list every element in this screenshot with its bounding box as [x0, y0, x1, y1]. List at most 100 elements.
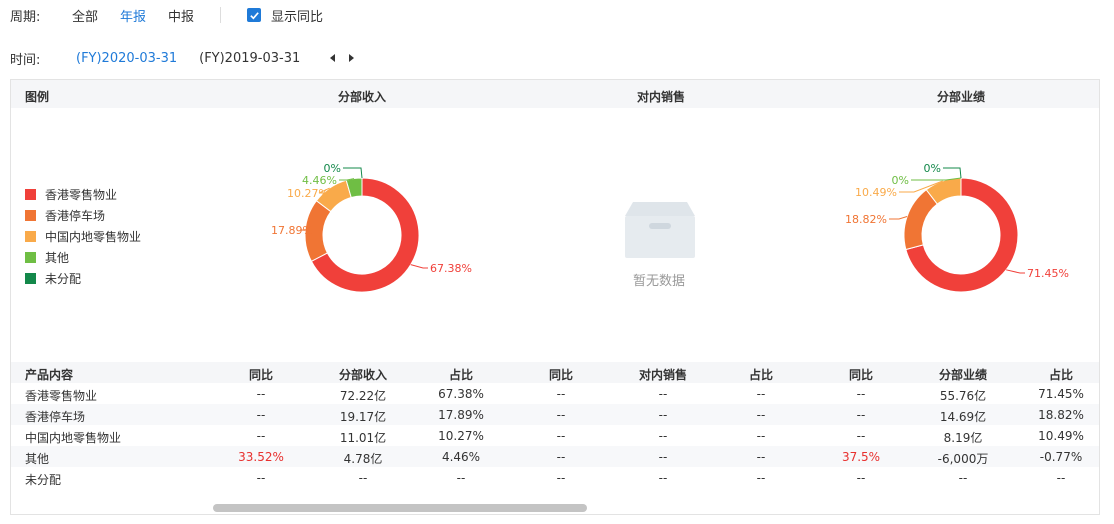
- leader-line: [1006, 269, 1025, 274]
- data-label: 10.27%: [287, 187, 329, 200]
- table-row: 香港停车场 -- 19.17亿 17.89% -- -- -- -- 14.69亿 18.82%: [11, 404, 1099, 425]
- row-name-cell: 中国内地零售物业: [25, 431, 122, 445]
- data-label: 10.49%: [855, 186, 897, 199]
- horizontal-scrollbar[interactable]: [213, 504, 587, 512]
- header-cell: 占比: [748, 368, 774, 382]
- header-cell: 产品内容: [25, 368, 74, 382]
- period-filter: 周期: 全部 年报 中报 显示同比: [10, 6, 323, 25]
- data-label: 67.38%: [430, 262, 472, 275]
- leader-line: [343, 167, 363, 179]
- divider: [220, 7, 222, 23]
- period-label: 周期:: [10, 9, 41, 25]
- table-cell: --: [756, 450, 766, 464]
- table-cell: 14.69亿: [939, 410, 987, 424]
- table-cell: 10.49%: [1038, 429, 1084, 443]
- row-name-cell: 香港零售物业: [25, 389, 98, 403]
- row-name-cell: 未分配: [25, 473, 62, 487]
- table-cell: --: [1056, 471, 1066, 485]
- data-label: 0%: [892, 174, 909, 187]
- show-yoy-label[interactable]: 显示同比: [271, 6, 323, 25]
- performance-donut: 71.45%18.82%10.49%0%0%: [845, 162, 1069, 293]
- header-cell: 分部业绩: [938, 368, 988, 382]
- table-cell: --: [358, 471, 368, 485]
- donut-slice[interactable]: [903, 189, 938, 251]
- date-tab-2019[interactable]: (FY)2019-03-31: [199, 51, 300, 66]
- table-cell: --: [856, 387, 866, 401]
- data-label: 71.45%: [1027, 267, 1069, 280]
- table-cell: -0.77%: [1039, 450, 1083, 464]
- data-label: 17.89%: [271, 224, 313, 237]
- table-cell: 37.5%: [841, 450, 881, 464]
- date-tab-2020[interactable]: (FY)2020-03-31: [76, 51, 177, 66]
- table-cell: --: [658, 408, 668, 422]
- table-cell: 67.38%: [438, 387, 484, 401]
- data-label: 0%: [924, 162, 941, 175]
- table-row: 未分配 -- -- -- -- -- -- -- -- --: [11, 467, 1099, 488]
- table-cell: --: [256, 471, 266, 485]
- header-cell: 对内销售: [638, 368, 688, 382]
- table-cell: --: [958, 471, 968, 485]
- leader-line: [889, 216, 908, 220]
- table-row: 中国内地零售物业 -- 11.01亿 10.27% -- -- -- -- 8.19亿 10.49…: [11, 425, 1099, 446]
- table-cell: --: [256, 408, 266, 422]
- table-cell: 18.82%: [1038, 408, 1084, 422]
- empty-state-text: 暂无数据: [633, 274, 686, 289]
- revenue-donut: 67.38% 17.89% 10.27%4.46%0%: [271, 162, 472, 293]
- table-cell: --: [658, 387, 668, 401]
- table-cell: --: [756, 387, 766, 401]
- table-cell: 17.89%: [438, 408, 484, 422]
- table-cell: 71.45%: [1038, 387, 1084, 401]
- empty-box-icon: [625, 202, 695, 258]
- table-cell: --: [856, 408, 866, 422]
- data-label: 4.46%: [302, 174, 337, 187]
- table-cell: 19.17亿: [339, 410, 387, 424]
- table-row: 其他 33.52% 4.78亿 4.46% -- -- -- 37.5% -6,000万 -0.7…: [11, 446, 1099, 467]
- table-cell: 4.46%: [441, 450, 481, 464]
- table-cell: 8.19亿: [943, 431, 983, 445]
- table-body: 香港零售物业 -- 72.22亿 67.38% -- -- -- -- 55.76亿 71.45%…: [11, 383, 1099, 488]
- table-cell: 11.01亿: [339, 431, 387, 445]
- table-cell: --: [556, 429, 566, 443]
- table-cell: 33.52%: [238, 450, 284, 464]
- table-cell: --: [856, 429, 866, 443]
- period-tab-all[interactable]: 全部: [72, 6, 98, 25]
- table-row: 香港零售物业 -- 72.22亿 67.38% -- -- -- -- 55.76亿 71.45%: [11, 383, 1099, 404]
- table-cell: 10.27%: [438, 429, 484, 443]
- data-label: 0%: [324, 162, 341, 175]
- table-cell: 55.76亿: [939, 389, 987, 403]
- period-tab-interim[interactable]: 中报: [168, 6, 194, 25]
- header-cell: 同比: [848, 368, 874, 382]
- table-cell: 4.78亿: [343, 452, 383, 466]
- period-tab-annual[interactable]: 年报: [120, 6, 146, 25]
- segment-table: 产品内容 同比 分部收入 占比 同比 对内销售 占比 同比 分部业绩 占比 香港…: [11, 362, 1099, 488]
- header-cell: 同比: [548, 368, 574, 382]
- table-cell: --: [556, 450, 566, 464]
- table-cell: --: [756, 429, 766, 443]
- table-cell: --: [456, 471, 466, 485]
- header-cell: 占比: [1048, 368, 1074, 382]
- next-arrow-icon[interactable]: [349, 54, 355, 62]
- table-cell: --: [856, 471, 866, 485]
- table-cell: --: [556, 471, 566, 485]
- prev-arrow-icon[interactable]: [330, 54, 336, 62]
- table-cell: --: [658, 471, 668, 485]
- table-cell: --: [658, 429, 668, 443]
- table-cell: --: [756, 471, 766, 485]
- data-label: 18.82%: [845, 213, 887, 226]
- table-cell: -6,000万: [937, 452, 989, 466]
- time-filter: 时间: (FY)2020-03-31 (FY)2019-03-31: [10, 49, 368, 68]
- table-cell: --: [556, 408, 566, 422]
- header-cell: 同比: [248, 368, 274, 382]
- table-cell: --: [256, 387, 266, 401]
- table-cell: --: [756, 408, 766, 422]
- row-name-cell: 其他: [25, 452, 50, 466]
- leader-line: [943, 167, 962, 179]
- header-cell: 占比: [448, 368, 474, 382]
- table-cell: --: [556, 387, 566, 401]
- table-cell: --: [658, 450, 668, 464]
- header-cell: 分部收入: [338, 368, 388, 382]
- show-yoy-checkbox[interactable]: [247, 8, 262, 22]
- time-label: 时间:: [10, 52, 41, 68]
- table-cell: --: [256, 429, 266, 443]
- check-icon: [249, 11, 259, 19]
